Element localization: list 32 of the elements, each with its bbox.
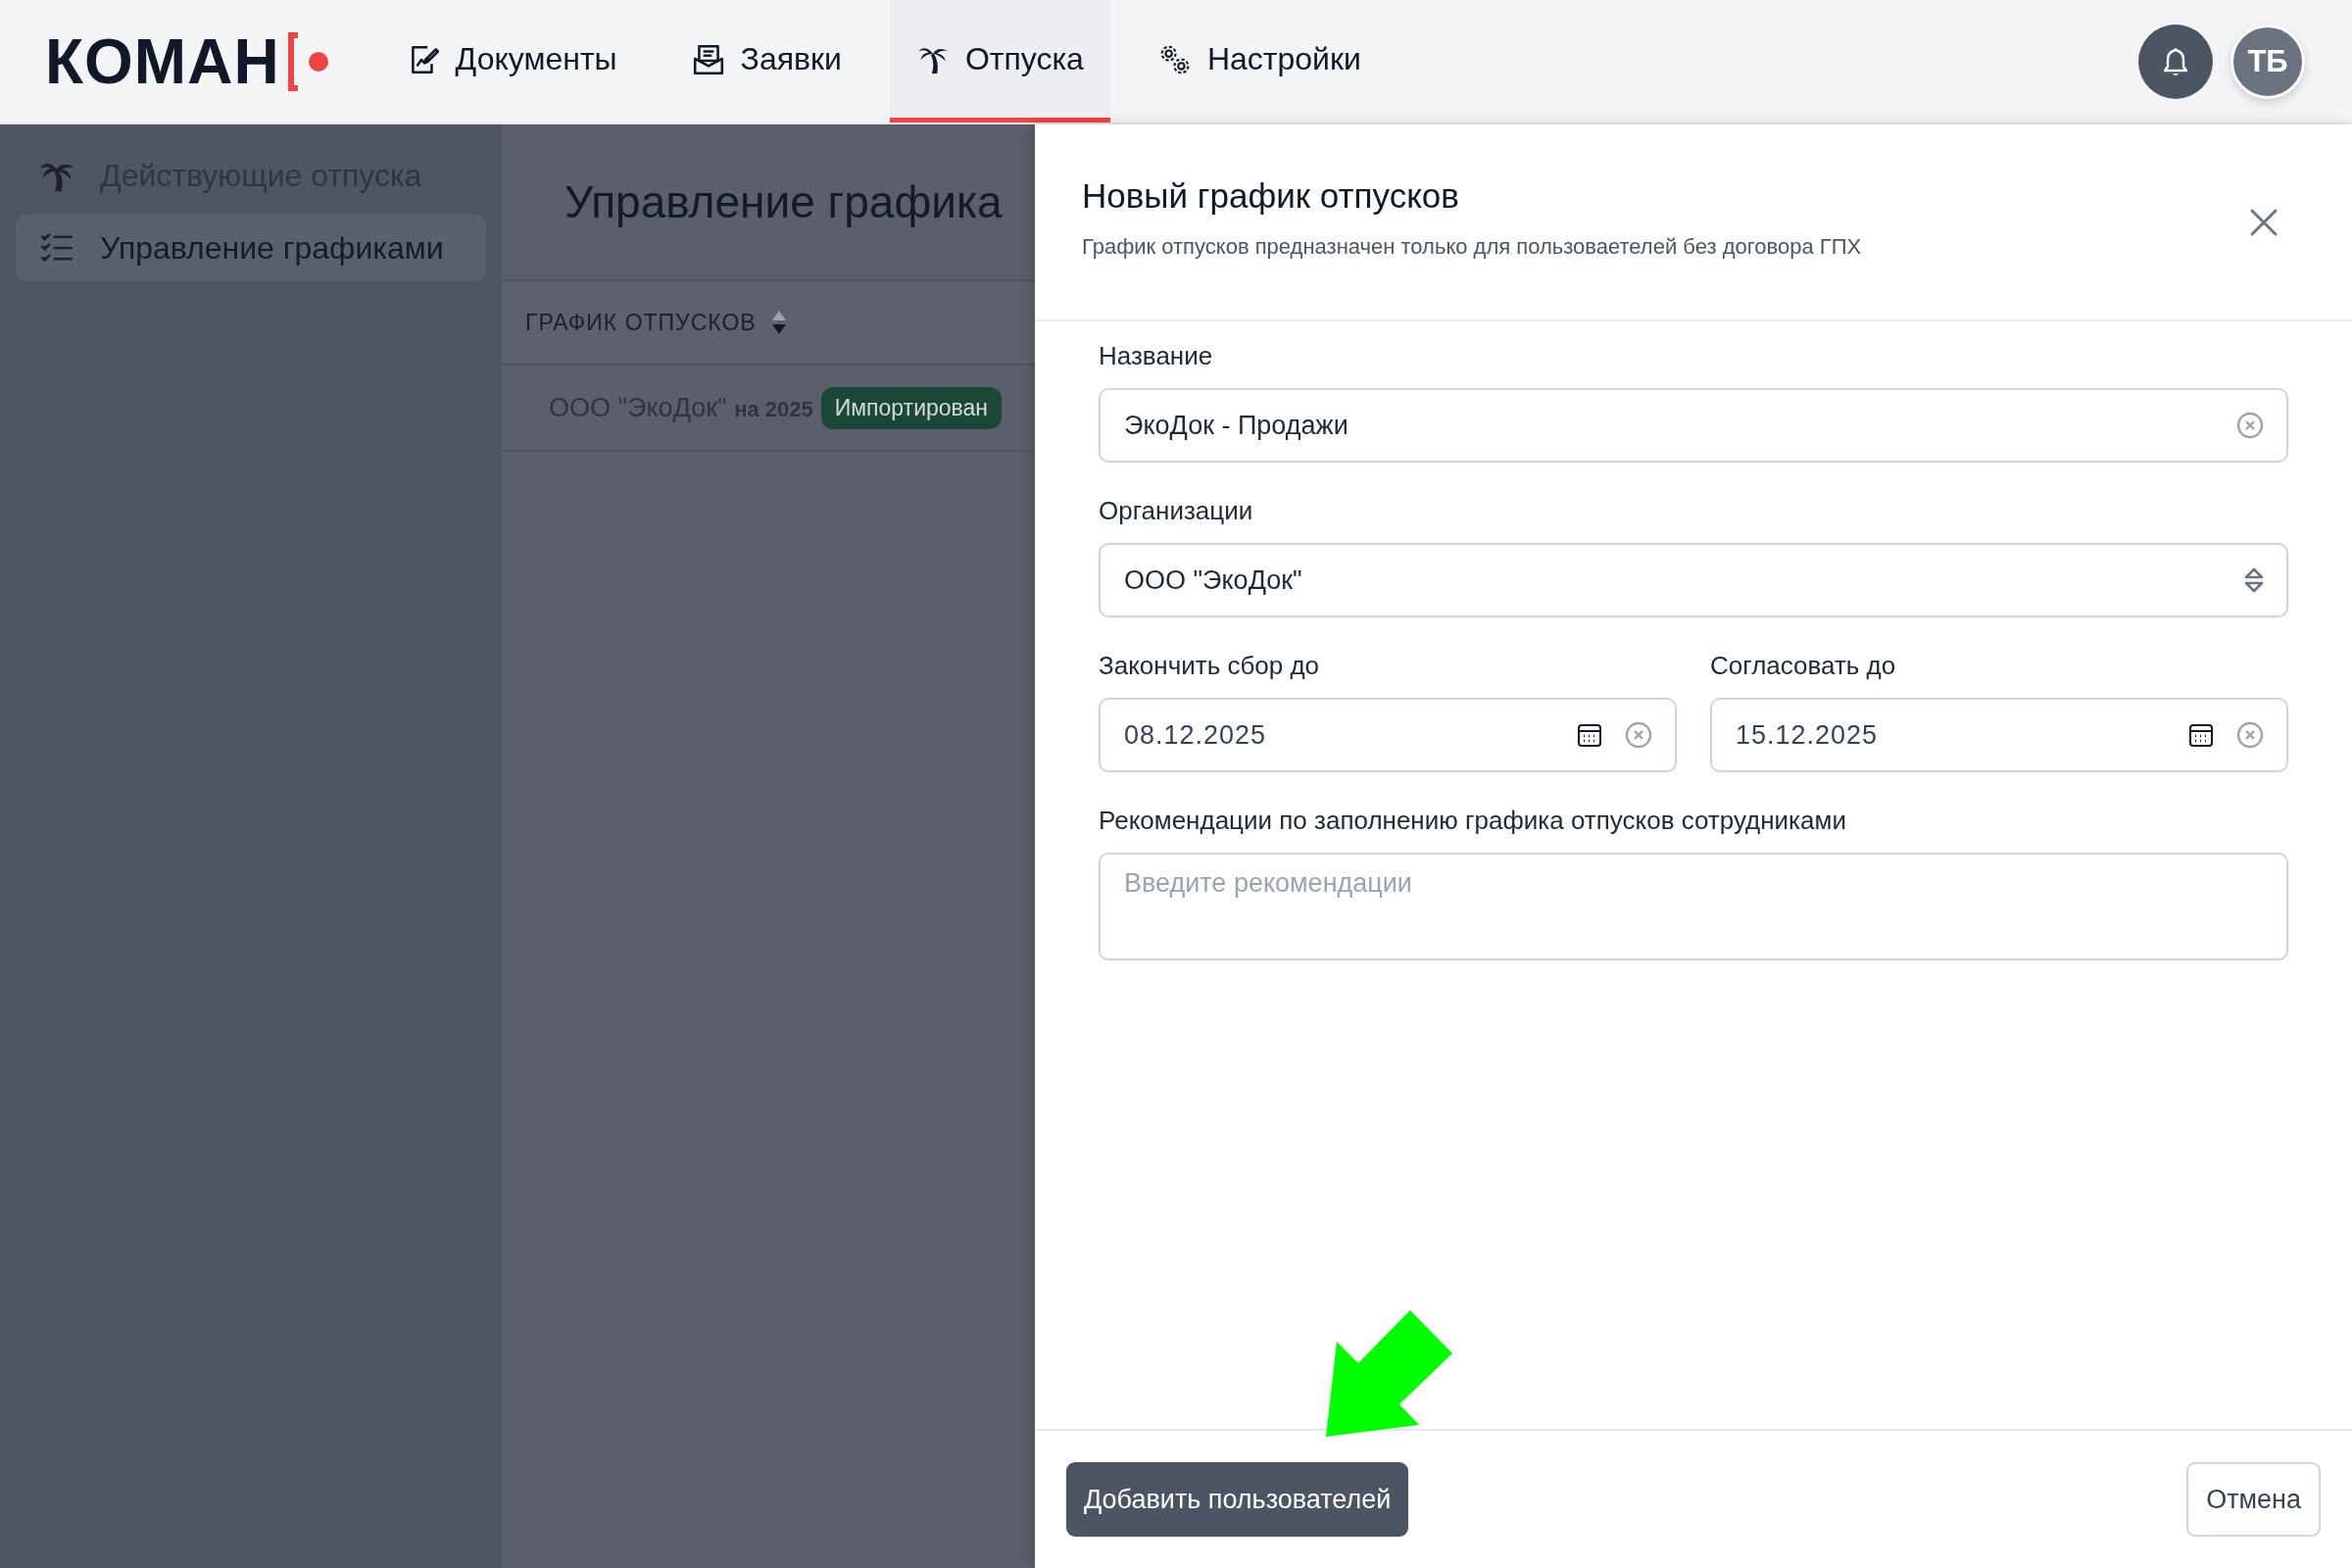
drawer-subtitle: График отпусков предназначен только для пользоваетелей без договора ГПХ [1082, 234, 1863, 260]
select-field[interactable]: ООО "ЭкоДок" [1099, 543, 2288, 617]
add-users-button[interactable]: Добавить пользователей [1066, 1462, 1409, 1537]
user-avatar[interactable]: ТБ [2230, 24, 2305, 99]
nav-tab[interactable]: Документы [379, 0, 644, 122]
nav-tab[interactable]: Отпуска [889, 0, 1110, 122]
close-icon[interactable] [2249, 208, 2278, 237]
field-label: Название [1099, 340, 1214, 372]
status-badge: Импортирован [820, 386, 1002, 429]
cancel-button[interactable]: Отмена [2186, 1462, 2321, 1537]
bell-icon [2161, 45, 2190, 77]
chevron-up-down-icon [2243, 565, 2265, 595]
field-label: Рекомендации по заполнению графика отпусков сотрудниками [1099, 805, 1847, 837]
logo-text: КОМАН [45, 24, 280, 98]
page-title: Управление графика [564, 175, 1003, 229]
date-field[interactable]: 08.12.2025 [1099, 698, 1677, 772]
calendar-icon[interactable] [1577, 722, 1602, 748]
clear-icon[interactable] [2235, 411, 2265, 440]
nav-tab[interactable]: Настройки [1131, 0, 1388, 122]
logo-mark-icon [285, 29, 331, 93]
sort-icon [769, 309, 788, 336]
nav-tab[interactable]: Заявки [664, 0, 868, 122]
clear-icon[interactable] [1624, 720, 1653, 750]
date-field[interactable]: 15.12.2025 [1710, 698, 2288, 772]
field-label: Согласовать до [1710, 650, 1897, 682]
drawer-title: Новый график отпусков [1082, 175, 1460, 217]
text-field[interactable]: ЭкоДок - Продажи [1099, 388, 2288, 463]
field-label: Организации [1099, 495, 1254, 527]
clear-icon[interactable] [2235, 720, 2265, 750]
calendar-icon[interactable] [2188, 722, 2214, 748]
inbox-icon [691, 42, 725, 76]
field-label: Закончить сбор до [1099, 650, 1321, 682]
